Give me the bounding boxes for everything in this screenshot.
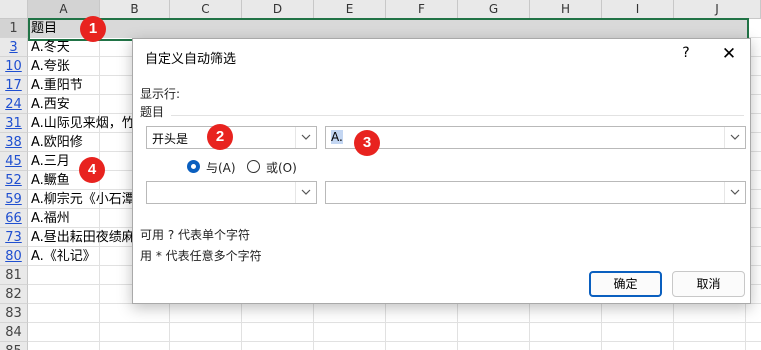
row-header[interactable]: 45 bbox=[0, 152, 28, 171]
column-header-c[interactable]: C bbox=[170, 0, 242, 19]
chevron-down-icon[interactable] bbox=[724, 182, 745, 203]
select-all-corner[interactable] bbox=[0, 0, 28, 19]
cell-a[interactable]: A.柳宗元《小石潭 bbox=[31, 190, 135, 209]
cell-a[interactable]: A.昼出耘田夜绩麻 bbox=[31, 228, 135, 247]
dialog-title: 自定义自动筛选 bbox=[145, 52, 237, 67]
row-header[interactable]: 1 bbox=[0, 19, 28, 38]
close-icon[interactable]: ✕ bbox=[719, 44, 739, 64]
annotation-badge-4: 4 bbox=[79, 157, 105, 183]
annotation-badge-3: 3 bbox=[354, 130, 380, 156]
value1-text[interactable]: A. bbox=[331, 130, 343, 144]
column-header-d[interactable]: D bbox=[242, 0, 314, 19]
row-header[interactable]: 82 bbox=[0, 285, 28, 304]
row-header[interactable]: 3 bbox=[0, 38, 28, 57]
annotation-badge-2: 2 bbox=[207, 124, 233, 150]
wildcard-hint-multiple: 用 * 代表任意多个字符 bbox=[140, 249, 262, 263]
row-header[interactable]: 24 bbox=[0, 95, 28, 114]
row-header[interactable]: 59 bbox=[0, 190, 28, 209]
operator2-dropdown[interactable] bbox=[146, 181, 317, 204]
divider bbox=[171, 115, 744, 116]
custom-autofilter-dialog: 自定义自动筛选 ? ✕ 显示行: 题目 开头是 A. 与(A) 或(O) 可用 … bbox=[132, 38, 751, 304]
row-header[interactable]: 10 bbox=[0, 57, 28, 76]
or-radio[interactable] bbox=[247, 160, 260, 173]
field-name-label: 题目 bbox=[140, 105, 165, 119]
row-header[interactable]: 84 bbox=[0, 323, 28, 342]
chevron-down-icon[interactable] bbox=[295, 127, 316, 148]
ok-button[interactable]: 确定 bbox=[589, 271, 662, 297]
row-header[interactable]: 85 bbox=[0, 342, 28, 350]
row-header[interactable]: 31 bbox=[0, 114, 28, 133]
cell-a-header[interactable]: 题目 bbox=[31, 19, 57, 38]
chevron-down-icon[interactable] bbox=[724, 127, 745, 148]
row-header[interactable]: 38 bbox=[0, 133, 28, 152]
wildcard-hint-single: 可用 ? 代表单个字符 bbox=[140, 228, 250, 242]
and-radio-label[interactable]: 与(A) bbox=[206, 159, 236, 176]
cell-a[interactable]: A.福州 bbox=[31, 209, 70, 228]
row-header[interactable]: 80 bbox=[0, 247, 28, 266]
value1-combobox[interactable]: A. bbox=[325, 126, 746, 149]
help-button[interactable]: ? bbox=[677, 45, 695, 65]
cell-a[interactable]: A.欧阳修 bbox=[31, 133, 83, 152]
row-header[interactable]: 52 bbox=[0, 171, 28, 190]
column-header-j[interactable]: J bbox=[674, 0, 761, 19]
row-header[interactable]: 73 bbox=[0, 228, 28, 247]
annotation-badge-1: 1 bbox=[80, 16, 106, 42]
cancel-button[interactable]: 取消 bbox=[672, 271, 745, 297]
chevron-down-icon[interactable] bbox=[295, 182, 316, 203]
row-header[interactable]: 83 bbox=[0, 304, 28, 323]
column-header-e[interactable]: E bbox=[314, 0, 386, 19]
and-radio[interactable] bbox=[187, 160, 200, 173]
column-header-i[interactable]: I bbox=[602, 0, 674, 19]
column-header-h[interactable]: H bbox=[530, 0, 602, 19]
row-header[interactable]: 66 bbox=[0, 209, 28, 228]
column-header-b[interactable]: B bbox=[100, 0, 170, 19]
column-header-f[interactable]: F bbox=[386, 0, 458, 19]
value2-combobox[interactable] bbox=[325, 181, 746, 204]
column-header-g[interactable]: G bbox=[458, 0, 530, 19]
show-rows-label: 显示行: bbox=[140, 87, 181, 101]
operator1-value: 开头是 bbox=[152, 132, 189, 146]
cell-a[interactable]: A.夸张 bbox=[31, 57, 70, 76]
row-header[interactable]: 81 bbox=[0, 266, 28, 285]
cell-a[interactable]: A.鳜鱼 bbox=[31, 171, 70, 190]
or-radio-label[interactable]: 或(O) bbox=[266, 159, 297, 176]
cell-a[interactable]: A.重阳节 bbox=[31, 76, 83, 95]
cell-a[interactable]: A.冬天 bbox=[31, 38, 70, 57]
row-header[interactable]: 17 bbox=[0, 76, 28, 95]
cell-a[interactable]: A.西安 bbox=[31, 95, 70, 114]
cell-a[interactable]: A.三月 bbox=[31, 152, 70, 171]
cell-a[interactable]: A.山际见来烟，竹 bbox=[31, 114, 135, 133]
cell-a[interactable]: A.《礼记》 bbox=[31, 247, 96, 266]
